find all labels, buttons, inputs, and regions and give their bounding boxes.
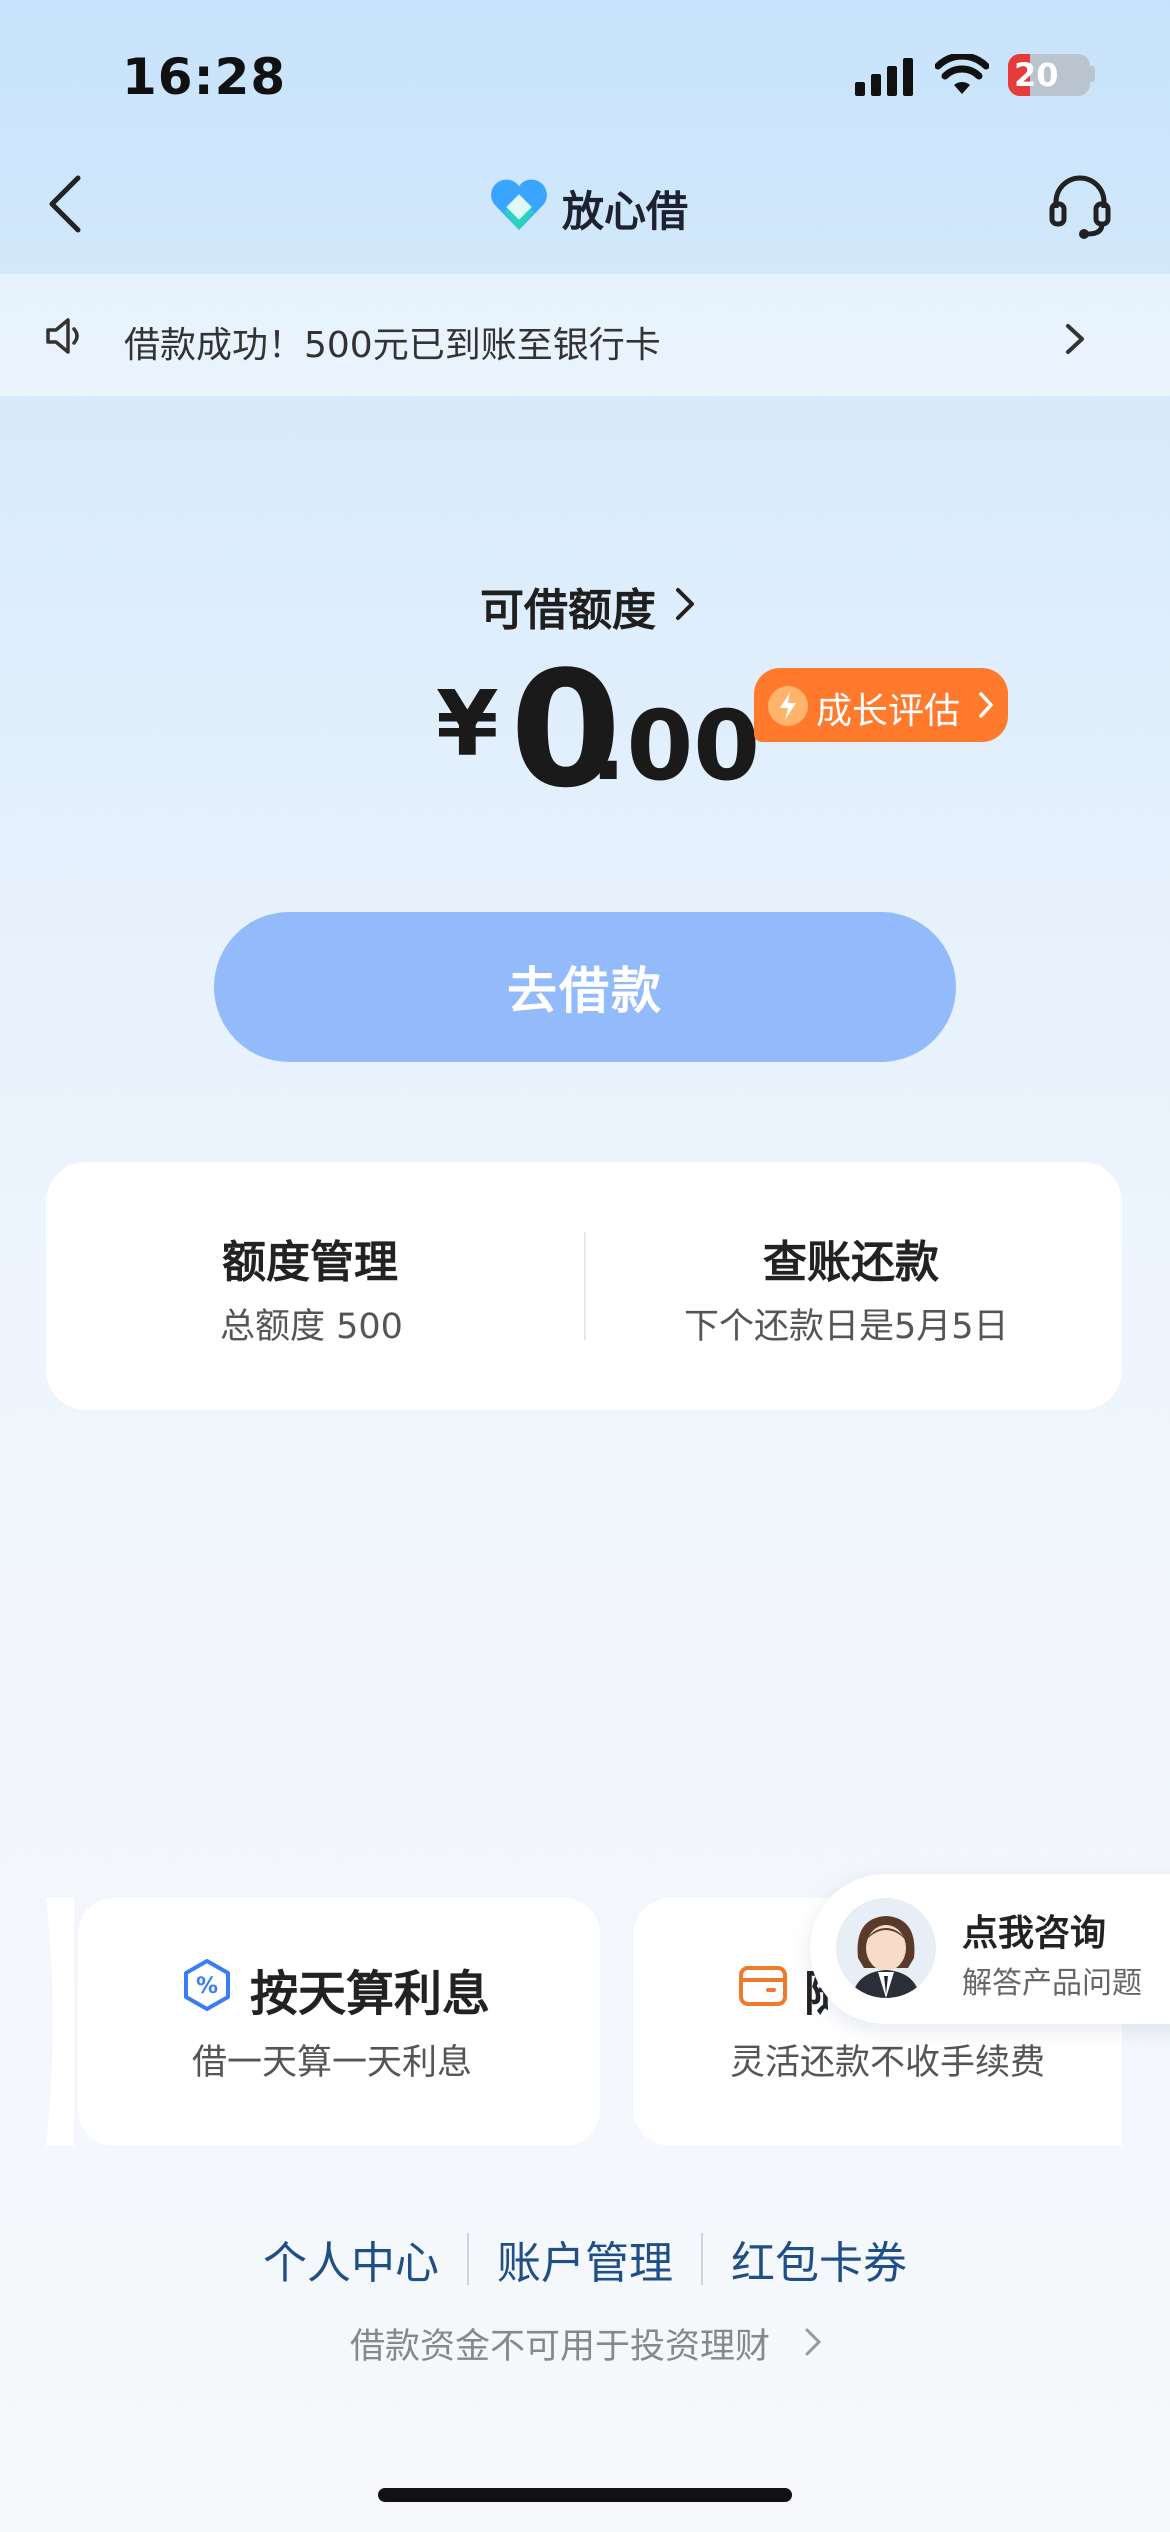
cellular-signal-icon <box>855 58 913 96</box>
home-indicator[interactable] <box>378 2488 792 2502</box>
feature-title: 按天算利息 <box>250 1966 491 2022</box>
growth-evaluation-badge[interactable]: 成长评估 <box>754 668 1008 742</box>
consult-subtitle: 解答产品问题 <box>962 1966 1142 2001</box>
battery-tip <box>1090 66 1095 82</box>
chevron-left-icon[interactable] <box>42 172 86 236</box>
currency-symbol: ¥ <box>436 672 499 777</box>
credit-label[interactable]: 可借额度 <box>480 574 656 638</box>
chevron-right-icon <box>979 692 994 718</box>
svg-text:%: % <box>196 1974 218 1999</box>
consult-title: 点我咨询 <box>962 1913 1107 1954</box>
notice-text: 借款成功！500元已到账至银行卡 <box>124 325 661 366</box>
wallet-icon <box>739 1966 787 2006</box>
bill-repayment-title[interactable]: 查账还款 <box>763 1226 939 1290</box>
link-personal-center[interactable]: 个人中心 <box>235 2227 467 2291</box>
next-repayment-text: 下个还款日是5月5日 <box>684 1307 1009 1347</box>
feature-subtitle: 灵活还款不收手续费 <box>730 2043 1046 2083</box>
quota-management-title[interactable]: 额度管理 <box>222 1226 398 1290</box>
feature-card-peek <box>46 1898 74 2146</box>
link-account-management[interactable]: 账户管理 <box>469 2227 701 2291</box>
lightning-icon <box>768 686 808 726</box>
speaker-icon <box>46 318 79 354</box>
wifi-icon <box>935 54 989 94</box>
footer-links: 个人中心 账户管理 红包卡券 <box>0 2224 1170 2294</box>
avatar[interactable] <box>836 1898 936 1998</box>
total-quota-text: 总额度 500 <box>220 1307 403 1347</box>
status-time: 16:28 <box>122 48 287 106</box>
borrow-button[interactable]: 去借款 <box>214 912 956 1062</box>
chevron-right-icon <box>1066 324 1084 354</box>
chevron-right-icon[interactable] <box>674 586 696 622</box>
app-title: 放心借 <box>562 187 689 236</box>
disclaimer-text[interactable]: 借款资金不可用于投资理财 <box>350 2318 770 2369</box>
divider <box>584 1232 586 1340</box>
growth-badge-label: 成长评估 <box>816 691 961 732</box>
headset-icon[interactable] <box>1048 172 1112 240</box>
link-coupons[interactable]: 红包卡券 <box>703 2227 935 2291</box>
battery-level: 20 <box>1014 56 1059 94</box>
app-logo-icon <box>491 179 547 230</box>
percent-shield-icon: % <box>184 1959 230 2011</box>
battery-icon: 20 <box>1008 54 1090 96</box>
credit-amount-decimal: .00 <box>590 690 761 802</box>
chevron-right-icon <box>805 2328 822 2356</box>
feature-subtitle: 借一天算一天利息 <box>192 2043 473 2083</box>
